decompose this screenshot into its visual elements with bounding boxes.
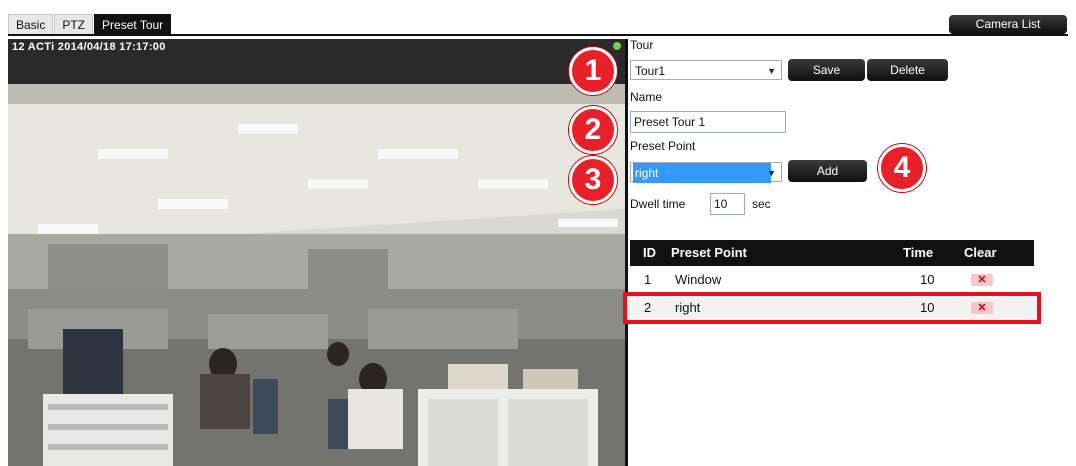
row-preset-point: Window — [675, 272, 722, 287]
tab-bar: Basic PTZ Preset Tour — [8, 14, 172, 35]
row-id: 2 — [644, 300, 652, 315]
chevron-down-icon: ▼ — [767, 66, 776, 76]
tab-ptz[interactable]: PTZ — [54, 14, 94, 35]
dwell-time-unit: sec — [752, 197, 771, 211]
preset-point-select-value: right — [633, 163, 771, 183]
preset-point-label: Preset Point — [630, 139, 696, 153]
callout-badge-4: 4 — [878, 144, 926, 192]
clear-row-icon[interactable]: ✕ — [971, 302, 993, 314]
row-time: 10 — [920, 300, 935, 315]
chevron-down-icon: ▼ — [767, 168, 776, 178]
dwell-time-input[interactable]: 10 — [710, 193, 745, 215]
column-header-id: ID — [643, 245, 656, 260]
dwell-time-label: Dwell time — [630, 197, 686, 211]
table-row[interactable]: 1 Window 10 ✕ — [630, 267, 1034, 293]
name-field[interactable]: Preset Tour 1 — [630, 111, 786, 133]
preset-point-select[interactable]: right ▼ — [630, 162, 782, 183]
clear-row-icon[interactable]: ✕ — [971, 274, 993, 286]
row-id: 1 — [644, 272, 652, 287]
callout-badge-3: 3 — [569, 156, 617, 204]
column-header-clear: Clear — [964, 245, 997, 260]
column-header-time: Time — [903, 245, 934, 260]
tab-divider — [8, 34, 1068, 36]
video-view[interactable]: 12 ACTi 2014/04/18 17:17:00 — [8, 39, 625, 466]
save-button[interactable]: Save — [788, 59, 865, 81]
panel-divider — [625, 39, 628, 466]
callout-badge-2: 2 — [569, 106, 617, 154]
video-timestamp: 12 ACTi 2014/04/18 17:17:00 — [12, 41, 166, 53]
tour-select[interactable]: Tour1 ▼ — [630, 60, 782, 80]
table-row-selected[interactable]: 2 right 10 ✕ — [623, 292, 1041, 324]
tour-table-header: ID Preset Point Time Clear — [630, 240, 1034, 266]
name-label: Name — [630, 90, 663, 104]
callout-badge-1: 1 — [569, 47, 617, 95]
status-led-icon — [613, 42, 621, 50]
tour-label: Tour — [630, 38, 654, 52]
tab-basic[interactable]: Basic — [8, 14, 54, 35]
row-preset-point: right — [675, 300, 701, 315]
add-button[interactable]: Add — [788, 160, 867, 182]
tour-select-value: Tour1 — [635, 64, 666, 78]
column-header-preset-point: Preset Point — [671, 245, 747, 260]
camera-list-button[interactable]: Camera List — [949, 15, 1067, 34]
delete-button[interactable]: Delete — [867, 59, 948, 81]
camera-scene-image — [8, 39, 625, 466]
tab-preset-tour[interactable]: Preset Tour — [94, 14, 172, 35]
row-time: 10 — [920, 272, 935, 287]
